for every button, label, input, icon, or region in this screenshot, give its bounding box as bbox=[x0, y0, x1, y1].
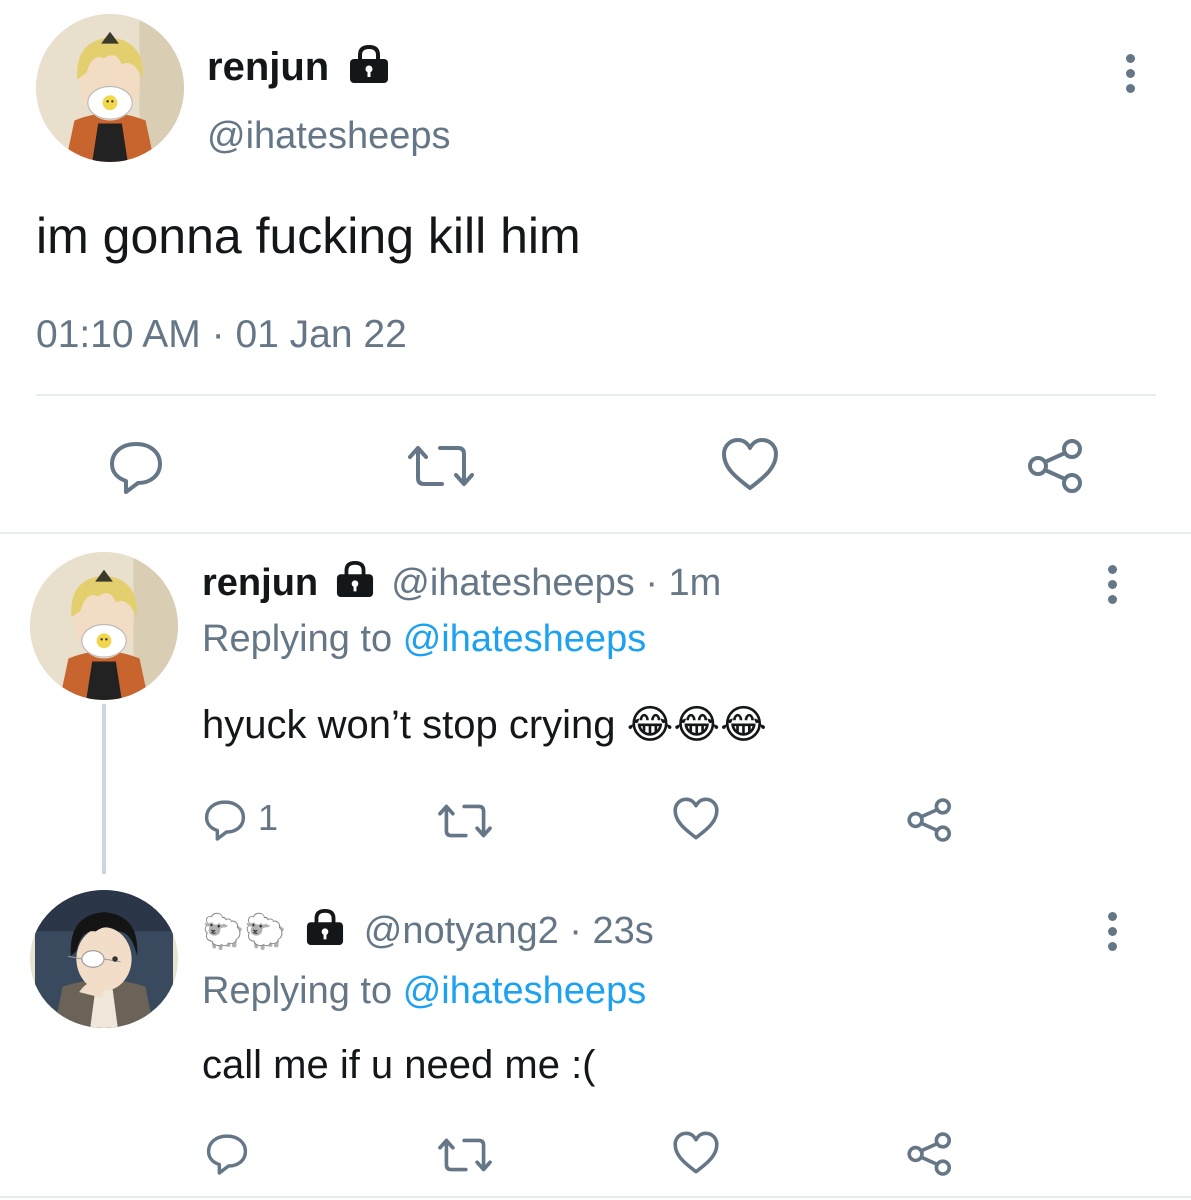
header-separator: · bbox=[645, 562, 658, 604]
reply1-reply-button[interactable]: 1 bbox=[202, 796, 302, 842]
reply1-reply-count: 1 bbox=[258, 797, 279, 838]
retweet-icon[interactable] bbox=[438, 800, 492, 842]
main-tweet-timestamp: 01:10 AM · 01 Jan 22 bbox=[36, 312, 407, 358]
reply1-avatar[interactable] bbox=[30, 552, 178, 700]
replying-label: Replying to bbox=[202, 970, 393, 1012]
thread-line bbox=[102, 704, 106, 874]
main-tweet-text: im gonna fucking kill him bbox=[36, 208, 581, 264]
main-avatar[interactable] bbox=[36, 14, 184, 162]
reply2-replying: Replying to @ihatesheeps bbox=[202, 968, 646, 1014]
heart-icon[interactable] bbox=[672, 1130, 720, 1175]
reply1-replying: Replying to @ihatesheeps bbox=[202, 616, 646, 662]
main-author-name-row[interactable]: renjun bbox=[207, 44, 392, 94]
lock-icon bbox=[346, 44, 392, 94]
reply2-avatar[interactable] bbox=[30, 890, 178, 1028]
reply2-author-name: 🐑🐑 bbox=[202, 913, 287, 951]
replying-to-link[interactable]: @ihatesheeps bbox=[403, 618, 647, 660]
replying-label: Replying to bbox=[202, 618, 393, 660]
lock-icon bbox=[303, 908, 347, 957]
main-tweet-date: 01 Jan 22 bbox=[235, 313, 407, 356]
bottom-divider bbox=[0, 1196, 1191, 1198]
share-icon[interactable] bbox=[906, 796, 954, 844]
heart-icon[interactable] bbox=[720, 436, 780, 492]
share-icon[interactable] bbox=[906, 1130, 954, 1178]
section-divider bbox=[0, 532, 1191, 534]
main-divider bbox=[36, 394, 1156, 396]
heart-icon[interactable] bbox=[672, 796, 720, 841]
main-more-icon[interactable] bbox=[1122, 54, 1138, 99]
reply2-more-icon[interactable] bbox=[1104, 912, 1120, 957]
lock-icon bbox=[333, 560, 377, 609]
main-tweet-time: 01:10 AM bbox=[36, 313, 201, 356]
timestamp-separator: · bbox=[211, 313, 225, 356]
reply1-author-name: renjun bbox=[202, 562, 319, 604]
share-icon[interactable] bbox=[1026, 436, 1086, 496]
reply1-more-icon[interactable] bbox=[1104, 565, 1120, 610]
reply2-text: call me if u need me :( bbox=[202, 1043, 596, 1087]
retweet-icon[interactable] bbox=[408, 440, 474, 492]
header-separator: · bbox=[569, 910, 582, 952]
reply-icon[interactable] bbox=[204, 1130, 250, 1176]
replying-to-link[interactable]: @ihatesheeps bbox=[403, 970, 647, 1012]
main-author-name: renjun bbox=[207, 45, 330, 89]
main-author-handle[interactable]: @ihatesheeps bbox=[207, 113, 451, 159]
reply-icon[interactable] bbox=[106, 436, 166, 496]
reply2-author-handle: @notyang2 bbox=[363, 910, 559, 952]
reply1-age: 1m bbox=[668, 562, 722, 604]
reply-icon bbox=[204, 800, 246, 841]
reply1-header[interactable]: renjun @ihatesheeps · 1m bbox=[202, 560, 721, 609]
retweet-icon[interactable] bbox=[438, 1134, 492, 1176]
reply2-age: 23s bbox=[592, 910, 654, 952]
reply2-header[interactable]: 🐑🐑 @notyang2 · 23s bbox=[202, 908, 654, 957]
reply1-text: hyuck won’t stop crying 😂😂😂 bbox=[202, 703, 767, 747]
reply1-author-handle: @ihatesheeps bbox=[391, 562, 635, 604]
